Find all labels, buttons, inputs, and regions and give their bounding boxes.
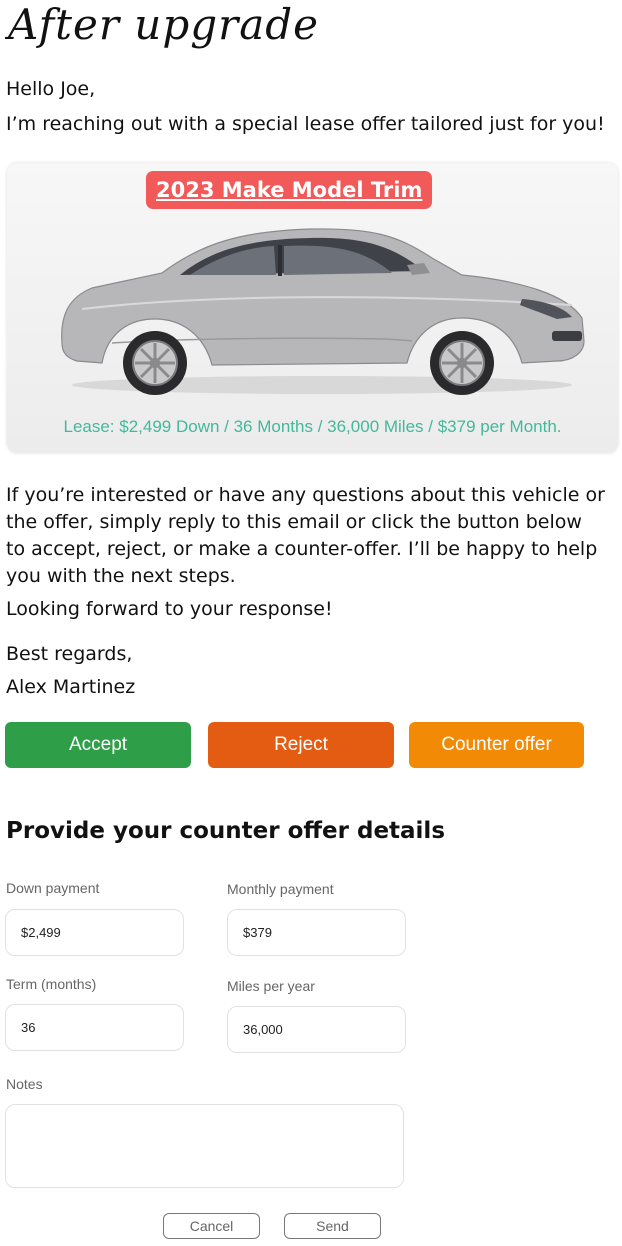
email-closing-line: Looking forward to your response! xyxy=(6,598,333,620)
page-title: After upgrade xyxy=(8,0,319,49)
cancel-button[interactable]: Cancel xyxy=(163,1213,260,1239)
counter-offer-button[interactable]: Counter offer xyxy=(409,722,584,768)
lease-terms: Lease: $2,499 Down / 36 Months / 36,000 … xyxy=(63,417,562,436)
reject-button[interactable]: Reject xyxy=(208,722,394,768)
down-payment-label: Down payment xyxy=(6,880,100,896)
email-intro: I’m reaching out with a special lease of… xyxy=(6,113,605,135)
email-sender: Alex Martinez xyxy=(6,676,136,698)
term-label: Term (months) xyxy=(6,976,97,992)
monthly-payment-label: Monthly payment xyxy=(227,881,334,897)
accept-button[interactable]: Accept xyxy=(5,722,191,768)
monthly-payment-input[interactable] xyxy=(227,909,406,956)
down-payment-input[interactable] xyxy=(5,909,184,956)
term-input[interactable] xyxy=(5,1004,184,1051)
offer-card: 2023 Make Model Trim Lease: $2,499 Down … xyxy=(7,163,618,453)
miles-per-year-label: Miles per year xyxy=(227,978,315,994)
notes-label: Notes xyxy=(6,1076,43,1092)
email-signoff: Best regards, xyxy=(6,643,133,665)
send-button[interactable]: Send xyxy=(284,1213,381,1239)
car-image xyxy=(61,228,585,395)
vehicle-title-badge[interactable]: 2023 Make Model Trim xyxy=(146,171,433,209)
email-body: If you’re interested or have any questio… xyxy=(6,484,605,587)
miles-per-year-input[interactable] xyxy=(227,1006,406,1053)
notes-textarea[interactable] xyxy=(5,1104,404,1188)
counter-offer-title: Provide your counter offer details xyxy=(6,818,446,844)
email-greeting: Hello Joe, xyxy=(6,78,96,100)
